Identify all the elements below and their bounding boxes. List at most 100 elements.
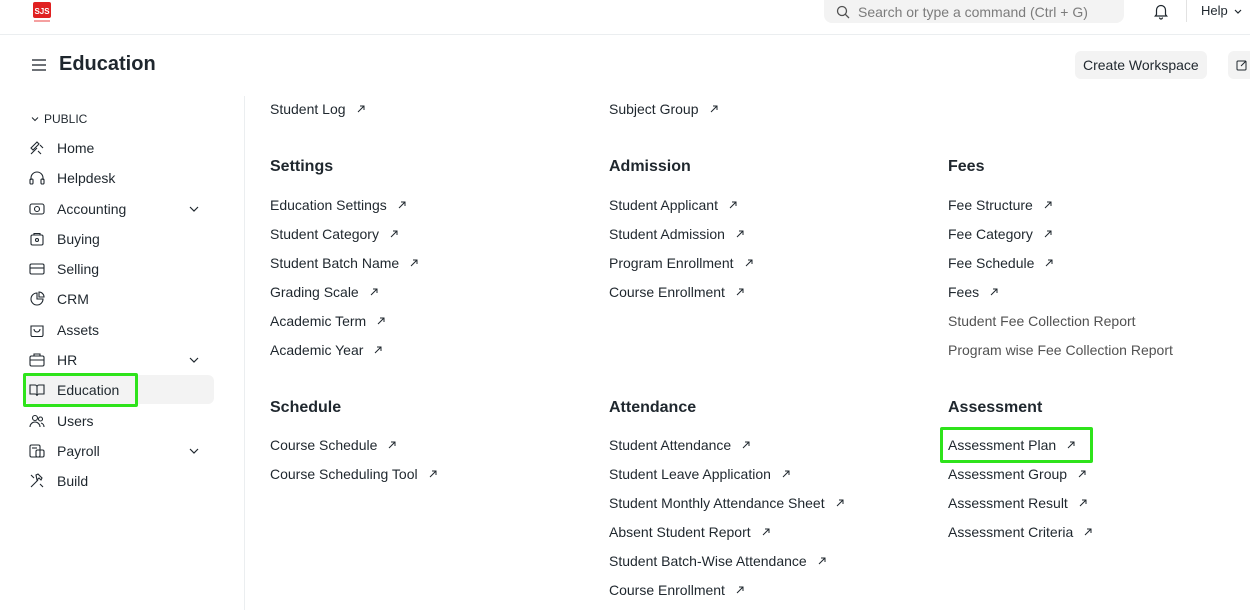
link-program-enrollment[interactable]: Program Enrollment <box>609 255 754 271</box>
link-fee-category[interactable]: Fee Category <box>948 226 1053 242</box>
edit-button[interactable] <box>1228 51 1250 79</box>
link-fee-schedule[interactable]: Fee Schedule <box>948 255 1054 271</box>
sidebar-item-label: Payroll <box>57 442 100 459</box>
page-title: Education <box>59 53 156 75</box>
chevron-down-icon <box>1233 6 1243 16</box>
search-bar[interactable]: Search or type a command (Ctrl + G) <box>824 0 1124 23</box>
section-title-schedule: Schedule <box>270 399 342 416</box>
menu-toggle-icon[interactable] <box>31 57 47 73</box>
link-label: Assessment Plan <box>948 437 1057 453</box>
link-attendance-course-enrollment[interactable]: Course Enrollment <box>609 582 745 598</box>
sidebar-item-label: CRM <box>57 290 89 307</box>
sidebar-section-public[interactable]: PUBLIC <box>30 112 87 126</box>
sidebar-item-label: Helpdesk <box>57 169 116 186</box>
hr-icon <box>28 351 46 369</box>
search-placeholder: Search or type a command (Ctrl + G) <box>858 3 1088 20</box>
navbar-divider <box>1186 0 1187 22</box>
link-student-fee-collection-report[interactable]: Student Fee Collection Report <box>948 313 1136 329</box>
sidebar-item-accounting[interactable]: Accounting <box>24 194 214 223</box>
link-student-applicant[interactable]: Student Applicant <box>609 197 738 213</box>
link-label: Academic Year <box>270 342 364 358</box>
payroll-icon <box>28 442 46 460</box>
link-education-settings[interactable]: Education Settings <box>270 197 407 213</box>
sidebar-item-selling[interactable]: Selling <box>24 254 214 283</box>
sidebar-item-hr[interactable]: HR <box>24 345 214 374</box>
book-icon <box>28 381 46 399</box>
link-student-monthly-attendance-sheet[interactable]: Student Monthly Attendance Sheet <box>609 495 845 511</box>
app-logo[interactable]: SJS <box>31 0 53 24</box>
link-course-schedule[interactable]: Course Schedule <box>270 437 397 453</box>
link-academic-term[interactable]: Academic Term <box>270 313 386 329</box>
arrow-up-right-icon <box>429 470 437 478</box>
buying-icon <box>28 230 46 248</box>
link-student-admission[interactable]: Student Admission <box>609 226 745 242</box>
section-title-admission: Admission <box>609 158 691 175</box>
arrow-up-right-icon <box>1067 441 1075 449</box>
link-label: Student Leave Application <box>609 466 771 482</box>
edit-icon <box>1236 59 1248 71</box>
sidebar-item-assets[interactable]: Assets <box>24 315 214 344</box>
link-label: Course Scheduling Tool <box>270 466 418 482</box>
section-title-settings: Settings <box>270 158 334 175</box>
link-assessment-criteria[interactable]: Assessment Criteria <box>948 524 1093 540</box>
arrow-up-right-icon <box>1084 528 1092 536</box>
link-student-batch-name[interactable]: Student Batch Name <box>270 255 419 271</box>
link-assessment-plan[interactable]: Assessment Plan <box>948 437 1076 453</box>
link-student-attendance[interactable]: Student Attendance <box>609 437 751 453</box>
sidebar-item-payroll[interactable]: Payroll <box>24 436 214 465</box>
link-student-log[interactable]: Student Log <box>270 101 366 117</box>
chevron-down-icon <box>30 114 40 124</box>
arrow-up-right-icon <box>1078 470 1086 478</box>
link-label: Grading Scale <box>270 284 359 300</box>
link-label: Subject Group <box>609 101 699 117</box>
link-subject-group[interactable]: Subject Group <box>609 101 719 117</box>
link-grading-scale[interactable]: Grading Scale <box>270 284 379 300</box>
create-workspace-button[interactable]: Create Workspace <box>1075 51 1207 79</box>
link-fees[interactable]: Fees <box>948 284 999 300</box>
accounting-icon <box>28 200 46 218</box>
sidebar-item-build[interactable]: Build <box>24 466 214 495</box>
link-absent-student-report[interactable]: Absent Student Report <box>609 524 771 540</box>
link-fee-structure[interactable]: Fee Structure <box>948 197 1053 213</box>
sidebar-item-crm[interactable]: CRM <box>24 284 214 313</box>
section-title-assessment: Assessment <box>948 399 1043 416</box>
link-student-category[interactable]: Student Category <box>270 226 399 242</box>
sidebar-item-helpdesk[interactable]: Helpdesk <box>24 163 214 192</box>
chevron-down-icon[interactable] <box>188 445 200 457</box>
sidebar-item-buying[interactable]: Buying <box>24 224 214 253</box>
link-assessment-result[interactable]: Assessment Result <box>948 495 1088 511</box>
arrow-up-right-icon <box>398 201 406 209</box>
arrow-up-right-icon <box>736 586 744 594</box>
build-icon <box>28 472 46 490</box>
link-label: Absent Student Report <box>609 524 751 540</box>
link-student-leave-application[interactable]: Student Leave Application <box>609 466 791 482</box>
arrow-up-right-icon <box>370 288 378 296</box>
notification-bell-icon[interactable] <box>1152 2 1170 20</box>
sidebar-item-home[interactable]: Home <box>24 133 214 162</box>
link-label: Fees <box>948 284 980 300</box>
chevron-down-icon[interactable] <box>188 354 200 366</box>
chevron-down-icon[interactable] <box>188 203 200 215</box>
sidebar: PUBLIC Home Helpdesk Accounting Buying S… <box>0 100 244 610</box>
link-course-scheduling-tool[interactable]: Course Scheduling Tool <box>270 466 438 482</box>
arrow-up-right-icon <box>1044 201 1052 209</box>
sidebar-item-education[interactable]: Education <box>24 375 214 404</box>
link-label: Course Enrollment <box>609 284 725 300</box>
sidebar-section-label: PUBLIC <box>44 112 88 126</box>
sidebar-item-label: Education <box>57 381 120 398</box>
link-student-batch-wise-attendance[interactable]: Student Batch-Wise Attendance <box>609 553 827 569</box>
help-menu[interactable]: Help <box>1201 3 1243 18</box>
section-title-attendance: Attendance <box>609 399 697 416</box>
link-label: Student Batch-Wise Attendance <box>609 553 807 569</box>
arrow-up-right-icon <box>729 201 737 209</box>
link-course-enrollment[interactable]: Course Enrollment <box>609 284 745 300</box>
arrow-up-right-icon <box>1044 230 1052 238</box>
link-program-wise-fee-collection-report[interactable]: Program wise Fee Collection Report <box>948 342 1173 358</box>
sidebar-item-users[interactable]: Users <box>24 406 214 435</box>
link-assessment-group[interactable]: Assessment Group <box>948 466 1087 482</box>
arrow-up-right-icon <box>736 288 744 296</box>
arrow-up-right-icon <box>390 230 398 238</box>
link-academic-year[interactable]: Academic Year <box>270 342 383 358</box>
arrow-up-right-icon <box>375 346 382 354</box>
selling-icon <box>28 260 46 278</box>
